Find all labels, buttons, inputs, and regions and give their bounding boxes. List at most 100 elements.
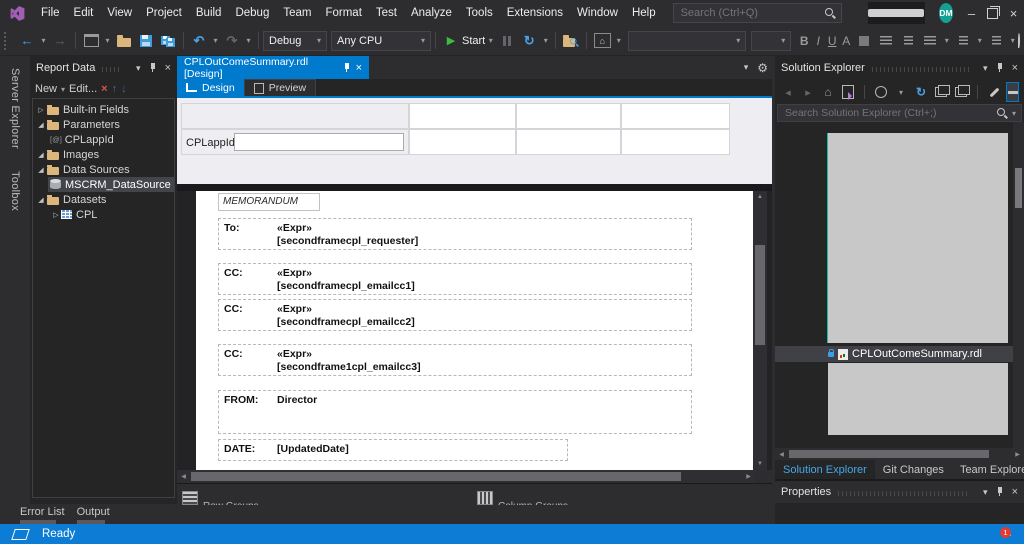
parameter-grid-cell[interactable] <box>516 129 621 155</box>
tab-git-changes[interactable]: Git Changes <box>875 460 952 479</box>
save-button[interactable] <box>136 30 156 52</box>
menu-window[interactable]: Window <box>570 7 625 19</box>
navigate-back-button[interactable]: ← <box>17 30 37 52</box>
search-icon[interactable] <box>996 107 1008 119</box>
bold-button[interactable]: B <box>797 34 811 48</box>
sync-with-active-document-icon[interactable] <box>840 83 856 101</box>
scroll-down-icon[interactable]: ▼ <box>753 458 767 470</box>
menu-edit[interactable]: Edit <box>67 7 101 19</box>
solution-search-input[interactable] <box>783 106 997 120</box>
tab-design[interactable]: Design <box>177 79 244 96</box>
tree-item-parameters[interactable]: ◢ Parameters <box>33 117 174 132</box>
tab-error-list[interactable]: Error List <box>20 504 65 524</box>
refresh-icon[interactable]: ↻ <box>913 83 929 101</box>
solution-hscroll-thumb[interactable] <box>789 450 989 458</box>
window-menu-icon[interactable]: ▾ <box>983 487 988 498</box>
solution-configuration-dropdown[interactable]: Debug ▾ <box>263 30 327 51</box>
search-options-caret[interactable]: ▾ <box>1012 109 1016 118</box>
expander-icon[interactable]: ◢ <box>36 196 46 204</box>
list-style-caret[interactable]: ▾ <box>942 30 951 52</box>
scroll-left-icon[interactable]: ◀ <box>177 470 190 483</box>
solution-explorer-header[interactable]: Solution Explorer ▾ × <box>775 56 1024 80</box>
solution-vscroll-thumb[interactable] <box>1015 168 1022 208</box>
tab-solution-explorer[interactable]: Solution Explorer <box>775 460 875 479</box>
pin-icon[interactable] <box>149 63 157 73</box>
report-textbox-date[interactable]: DATE: [UpdatedDate] <box>218 439 568 461</box>
menu-project[interactable]: Project <box>139 7 189 19</box>
browser-caret[interactable]: ▾ <box>614 30 623 52</box>
forward-icon[interactable]: ▸ <box>800 83 816 101</box>
solution-platform-dropdown[interactable]: Any CPU ▾ <box>331 30 431 51</box>
restore-button[interactable] <box>982 0 1003 26</box>
memo-title-textbox[interactable]: MEMORANDUM <box>218 193 320 211</box>
show-all-files-toggle[interactable] <box>1006 82 1019 102</box>
properties-wrench-icon[interactable] <box>986 83 1002 101</box>
tree-item-cplappid[interactable]: [@] CPLappId <box>33 132 174 147</box>
close-icon[interactable]: × <box>165 62 171 74</box>
tree-item-mscrm-datasource[interactable]: MSCRM_DataSource <box>33 177 174 192</box>
tab-output[interactable]: Output <box>76 504 110 524</box>
save-all-button[interactable] <box>158 30 178 52</box>
parameter-value-input[interactable] <box>234 133 404 151</box>
report-textbox-cc2[interactable]: CC: «Expr» [secondframecpl_emailcc2] <box>218 299 692 331</box>
pin-tab-icon[interactable] <box>343 62 350 73</box>
solution-tree[interactable]: CPLOutComeSummary.rdl <box>775 122 1024 448</box>
fill-color-button[interactable] <box>854 30 874 52</box>
window-menu-icon[interactable]: ▾ <box>136 63 141 74</box>
parameter-grid-cell[interactable] <box>621 103 730 129</box>
undo-button[interactable]: ↶ <box>189 30 209 52</box>
new-project-button[interactable] <box>81 30 101 52</box>
menu-team[interactable]: Team <box>276 7 318 19</box>
minimize-button[interactable]: – <box>961 0 982 26</box>
tree-item-images[interactable]: ◢ Images <box>33 147 174 162</box>
parameter-grid-cell[interactable] <box>409 103 516 129</box>
expander-icon[interactable]: ▷ <box>51 211 61 219</box>
live-share-icon[interactable] <box>1018 33 1021 48</box>
indent-decrease-button[interactable] <box>953 30 973 52</box>
edit-button[interactable]: Edit... <box>69 83 97 95</box>
scroll-right-icon[interactable]: ▶ <box>1011 448 1024 460</box>
vertical-scrollbar-thumb[interactable] <box>755 245 765 345</box>
parameter-grid-cell[interactable] <box>516 103 621 129</box>
tab-team-explorer[interactable]: Team Explorer <box>952 460 1024 479</box>
navigate-back-caret[interactable]: ▾ <box>39 30 48 52</box>
menu-format[interactable]: Format <box>318 7 368 19</box>
tree-item-built-in-fields[interactable]: ▷ Built-in Fields <box>33 102 174 117</box>
close-tab-icon[interactable]: × <box>356 62 362 74</box>
editor-gear-icon[interactable]: ⚙ <box>757 61 768 75</box>
italic-button[interactable]: I <box>811 34 825 48</box>
solution-search-box[interactable]: ▾ <box>777 104 1022 122</box>
tab-preview[interactable]: Preview <box>243 79 317 96</box>
menu-test[interactable]: Test <box>369 7 404 19</box>
solution-item-selected[interactable]: CPLOutComeSummary.rdl <box>775 346 1013 362</box>
redo-button[interactable]: ↷ <box>222 30 242 52</box>
indent-caret-2[interactable]: ▾ <box>1008 30 1017 52</box>
start-caret[interactable]: ▾ <box>486 30 495 52</box>
row-groups-icon[interactable] <box>182 491 198 505</box>
report-textbox-cc3[interactable]: CC: «Expr» [secondframe1cpl_emailcc3] <box>218 344 692 376</box>
back-icon[interactable]: ◂ <box>780 83 796 101</box>
window-menu-icon[interactable]: ▾ <box>983 63 988 74</box>
parameter-grid-cell[interactable] <box>621 129 730 155</box>
pin-icon[interactable] <box>996 63 1004 73</box>
scroll-left-icon[interactable]: ◀ <box>775 448 788 460</box>
tab-list-caret-icon[interactable]: ▾ <box>744 62 749 73</box>
search-icon[interactable] <box>824 7 836 19</box>
report-page[interactable]: MEMORANDUM To: «Expr» [secondframecpl_req… <box>196 191 753 470</box>
start-debug-button[interactable]: Start <box>462 35 485 47</box>
move-up-button[interactable]: ↑ <box>112 83 118 95</box>
vertical-scrollbar[interactable]: ▲ ▼ <box>753 191 767 470</box>
move-down-button[interactable]: ↓ <box>121 83 127 95</box>
report-textbox-from[interactable]: FROM: Director <box>218 390 692 434</box>
menu-tools[interactable]: Tools <box>459 7 500 19</box>
horizontal-scrollbar-thumb[interactable] <box>191 472 681 481</box>
parameter-grid-cell[interactable] <box>409 129 516 155</box>
quick-search-input[interactable] <box>678 6 825 20</box>
preview-in-browser-button[interactable]: ⌂ <box>592 30 612 52</box>
find-in-files-button[interactable] <box>561 30 581 52</box>
pending-changes-filter-icon[interactable] <box>873 83 889 101</box>
open-file-button[interactable] <box>114 30 134 52</box>
collapse-all-icon[interactable] <box>933 83 950 101</box>
tree-item-cpl[interactable]: ▷ CPL <box>33 207 174 222</box>
start-debug-icon[interactable]: ▶ <box>441 30 461 52</box>
